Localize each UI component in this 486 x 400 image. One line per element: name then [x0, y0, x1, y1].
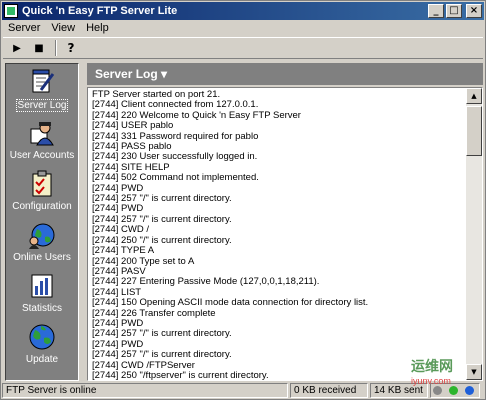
globe-users-icon: [27, 221, 57, 249]
checklist-icon: [27, 170, 57, 198]
log-line: [2744] 227 Entering Passive Mode (127,0,…: [92, 276, 320, 288]
vertical-scrollbar[interactable]: ▲ ▼: [466, 88, 482, 380]
status-led-icon: [433, 386, 442, 395]
menu-bar: Server View Help: [3, 21, 115, 36]
menu-help[interactable]: Help: [81, 21, 115, 36]
sidebar-item-user-accounts[interactable]: User Accounts: [6, 119, 78, 161]
log-list: FTP Server started on port 21. [2744] Cli…: [92, 90, 464, 381]
toolbar: ▶ ■ ?: [3, 37, 483, 59]
stop-icon: ■: [34, 42, 44, 54]
bar-chart-icon: [27, 272, 57, 300]
watermark-logo-text: 运维网: [411, 358, 453, 374]
sidebar-item-label: Configuration: [12, 201, 72, 212]
sidebar-item-label: User Accounts: [9, 150, 75, 161]
close-button[interactable]: ×: [466, 4, 482, 18]
sidebar-item-update[interactable]: Update: [6, 323, 78, 365]
log-line: [2744] 257 "/" is current directory.: [92, 349, 232, 361]
sidebar-item-label: Server Log: [15, 99, 69, 112]
received-counter: 0 KB received: [290, 383, 368, 398]
maximize-button[interactable]: □: [446, 4, 462, 18]
stop-server-button[interactable]: ■: [31, 40, 47, 56]
log-line: [2744] TYPE A: [92, 245, 155, 257]
sidebar-item-online-users[interactable]: Online Users: [6, 221, 78, 263]
sidebar-item-label: Update: [25, 354, 59, 365]
app-window: Quick 'n Easy FTP Server Lite _ □ × Serv…: [0, 0, 486, 400]
log-line: [2744] 257 "/" is current directory.: [92, 328, 232, 340]
scroll-thumb[interactable]: [466, 106, 482, 156]
minimize-button[interactable]: _: [428, 4, 444, 18]
log-line: [2744] 250 "/ftpserver" is current direc…: [92, 369, 269, 381]
user-accounts-icon: [27, 119, 57, 147]
start-server-button[interactable]: ▶: [9, 40, 25, 56]
menu-view[interactable]: View: [46, 21, 81, 36]
server-log[interactable]: FTP Server started on port 21. [2744] Cli…: [87, 87, 483, 381]
watermark-url: iyunv.com: [411, 376, 451, 386]
online-led-icon: [448, 386, 458, 395]
sidebar-item-label: Online Users: [13, 252, 71, 263]
sidebar-item-configuration[interactable]: Configuration: [6, 170, 78, 212]
activity-led-icon: [464, 386, 474, 395]
sidebar: Server Log User Accounts Configuration O…: [5, 63, 79, 381]
menu-server[interactable]: Server: [3, 21, 46, 36]
help-button[interactable]: ?: [63, 40, 79, 56]
notepad-pencil-icon: [27, 68, 57, 96]
panel-title[interactable]: Server Log ▾: [87, 63, 483, 85]
log-line: [2744] 257 "/" is current directory.: [92, 193, 232, 205]
title-bar[interactable]: Quick 'n Easy FTP Server Lite _ □ ×: [2, 2, 484, 20]
log-line: [2744] 200 Type set to A: [92, 255, 195, 267]
server-status-text: FTP Server is online: [2, 383, 288, 398]
toolbar-separator: [55, 40, 57, 56]
app-icon[interactable]: [4, 4, 18, 18]
scroll-up-button[interactable]: ▲: [466, 88, 482, 104]
log-line: [2744] 502 Command not implemented.: [92, 172, 259, 184]
window-title: Quick 'n Easy FTP Server Lite: [22, 5, 178, 17]
watermark: 运维网 iyunv.com: [411, 356, 485, 386]
play-icon: ▶: [13, 42, 21, 54]
log-line: [2744] 226 Transfer complete: [92, 307, 216, 319]
log-line: [2744] 150 Opening ASCII mode data conne…: [92, 297, 369, 309]
sidebar-item-server-log[interactable]: Server Log: [6, 68, 78, 112]
sidebar-item-statistics[interactable]: Statistics: [6, 272, 78, 314]
help-icon: ?: [67, 41, 75, 55]
globe-icon: [27, 323, 57, 351]
sidebar-item-label: Statistics: [21, 303, 62, 314]
